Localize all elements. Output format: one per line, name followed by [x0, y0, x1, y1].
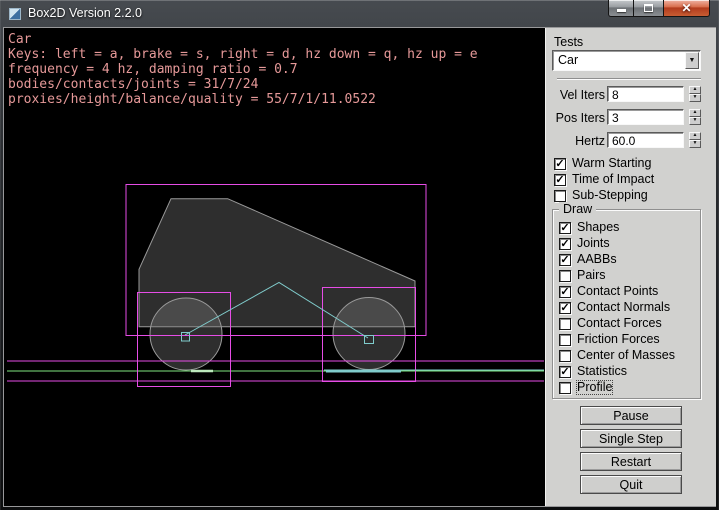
checkbox-box[interactable] — [559, 350, 571, 362]
checkbox-label: Contact Points — [577, 285, 658, 298]
checkbox-time-of-impact[interactable]: ✓ Time of Impact — [554, 173, 654, 186]
pos-iters-up-button[interactable]: ▲ — [689, 109, 701, 117]
checkbox-label: Pairs — [577, 269, 605, 282]
pos-iters-down-button[interactable]: ▼ — [689, 117, 701, 125]
restart-button[interactable]: Restart — [580, 452, 682, 471]
checkbox-contact-points[interactable]: ✓ Contact Points — [559, 285, 658, 298]
checkbox-label: Contact Forces — [577, 317, 662, 330]
tests-dropdown-value: Car — [558, 53, 578, 67]
pos-iters-label: Pos Iters — [556, 111, 605, 125]
chevron-down-icon: ▼ — [689, 57, 696, 64]
hertz-row: Hertz 60.0 ▲ ▼ — [546, 132, 717, 148]
checkbox-label: Joints — [577, 237, 610, 250]
pause-button[interactable]: Pause — [580, 406, 682, 425]
tests-label: Tests — [554, 35, 583, 49]
app-icon — [9, 8, 21, 20]
front-wheel — [333, 298, 405, 370]
arrow-down-icon: ▼ — [693, 117, 698, 123]
control-panel: Tests Car ▼ Vel Iters 8 ▲ ▼ Pos Iters 3 … — [545, 28, 716, 506]
checkbox-box[interactable]: ✓ — [559, 254, 571, 266]
hertz-spinner: ▲ ▼ — [689, 132, 701, 148]
checkbox-box[interactable]: ✓ — [559, 302, 571, 314]
client-area: CarKeys: left = a, brake = s, right = d,… — [3, 27, 716, 507]
title-bar[interactable]: Box2D Version 2.2.0 ✕ — [0, 0, 719, 27]
checkbox-label: Center of Masses — [577, 349, 675, 362]
minimize-button[interactable] — [608, 0, 634, 17]
checkbox-box[interactable]: ✓ — [554, 174, 566, 186]
checkbox-box[interactable]: ✓ — [559, 222, 571, 234]
arrow-up-icon: ▲ — [693, 86, 698, 92]
checkbox-label: Profile — [577, 381, 612, 394]
checkbox-label: Statistics — [577, 365, 627, 378]
pos-iters-row: Pos Iters 3 ▲ ▼ — [546, 109, 717, 125]
checkbox-aabbs[interactable]: ✓ AABBs — [559, 253, 617, 266]
arrow-up-icon: ▲ — [693, 132, 698, 138]
checkbox-label: Shapes — [577, 221, 619, 234]
arrow-down-icon: ▼ — [693, 94, 698, 100]
hertz-up-button[interactable]: ▲ — [689, 132, 701, 140]
single-step-button[interactable]: Single Step — [580, 429, 682, 448]
simulation-canvas[interactable]: CarKeys: left = a, brake = s, right = d,… — [4, 28, 545, 506]
checkbox-box[interactable]: ✓ — [554, 158, 566, 170]
checkbox-warm-starting[interactable]: ✓ Warm Starting — [554, 157, 651, 170]
checkbox-pairs[interactable]: Pairs — [559, 269, 605, 282]
checkbox-box[interactable]: ✓ — [559, 366, 571, 378]
checkbox-label: Contact Normals — [577, 301, 670, 314]
checkbox-box[interactable]: ✓ — [559, 238, 571, 250]
checkbox-contact-forces[interactable]: Contact Forces — [559, 317, 662, 330]
checkbox-shapes[interactable]: ✓ Shapes — [559, 221, 619, 234]
quit-button[interactable]: Quit — [580, 475, 682, 494]
arrow-down-icon: ▼ — [693, 140, 698, 146]
hertz-label: Hertz — [575, 134, 605, 148]
checkbox-box[interactable] — [559, 270, 571, 282]
checkbox-label: AABBs — [577, 253, 617, 266]
stats-text: CarKeys: left = a, brake = s, right = d,… — [8, 32, 478, 107]
checkbox-box[interactable] — [559, 318, 571, 330]
app-window: Box2D Version 2.2.0 ✕ — [0, 0, 719, 510]
checkbox-profile[interactable]: Profile — [559, 381, 612, 394]
vel-iters-label: Vel Iters — [560, 88, 605, 102]
stats-line-title: Car — [8, 32, 31, 47]
checkbox-statistics[interactable]: ✓ Statistics — [559, 365, 627, 378]
stats-line-proxies: proxies/height/balance/quality = 55/7/1/… — [8, 92, 376, 107]
window-title: Box2D Version 2.2.0 — [28, 6, 142, 20]
tests-dropdown-button[interactable]: ▼ — [685, 52, 699, 69]
vel-iters-up-button[interactable]: ▲ — [689, 86, 701, 94]
window-controls: ✕ — [608, 0, 710, 17]
checkbox-box[interactable] — [554, 190, 566, 202]
checkbox-label: Warm Starting — [572, 157, 651, 170]
vel-iters-down-button[interactable]: ▼ — [689, 94, 701, 102]
tests-dropdown[interactable]: Car ▼ — [552, 50, 701, 71]
arrow-up-icon: ▲ — [693, 109, 698, 115]
close-icon: ✕ — [681, 2, 691, 14]
separator — [557, 78, 701, 80]
stats-line-keys: Keys: left = a, brake = s, right = d, hz… — [8, 47, 478, 62]
pos-iters-spinner: ▲ ▼ — [689, 109, 701, 125]
vel-iters-input[interactable]: 8 — [607, 86, 684, 102]
hertz-input[interactable]: 60.0 — [607, 132, 684, 148]
stats-line-bodies: bodies/contacts/joints = 31/7/24 — [8, 77, 258, 92]
checkbox-label: Friction Forces — [577, 333, 660, 346]
stats-line-frequency: frequency = 4 hz, damping ratio = 0.7 — [8, 62, 298, 77]
vel-iters-row: Vel Iters 8 ▲ ▼ — [546, 86, 717, 102]
minimize-icon — [617, 9, 626, 12]
checkbox-box[interactable] — [559, 382, 571, 394]
pos-iters-input[interactable]: 3 — [607, 109, 684, 125]
checkbox-sub-stepping[interactable]: Sub-Stepping — [554, 189, 648, 202]
checkbox-box[interactable] — [559, 334, 571, 346]
checkbox-contact-normals[interactable]: ✓ Contact Normals — [559, 301, 670, 314]
maximize-button[interactable] — [634, 0, 663, 17]
draw-group-label: Draw — [559, 202, 596, 216]
checkbox-center-of-masses[interactable]: Center of Masses — [559, 349, 675, 362]
checkbox-label: Sub-Stepping — [572, 189, 648, 202]
maximize-icon — [644, 4, 653, 12]
close-button[interactable]: ✕ — [663, 0, 710, 17]
checkbox-joints[interactable]: ✓ Joints — [559, 237, 610, 250]
checkbox-box[interactable]: ✓ — [559, 286, 571, 298]
checkbox-friction-forces[interactable]: Friction Forces — [559, 333, 660, 346]
hertz-down-button[interactable]: ▼ — [689, 140, 701, 148]
vel-iters-spinner: ▲ ▼ — [689, 86, 701, 102]
checkbox-label: Time of Impact — [572, 173, 654, 186]
